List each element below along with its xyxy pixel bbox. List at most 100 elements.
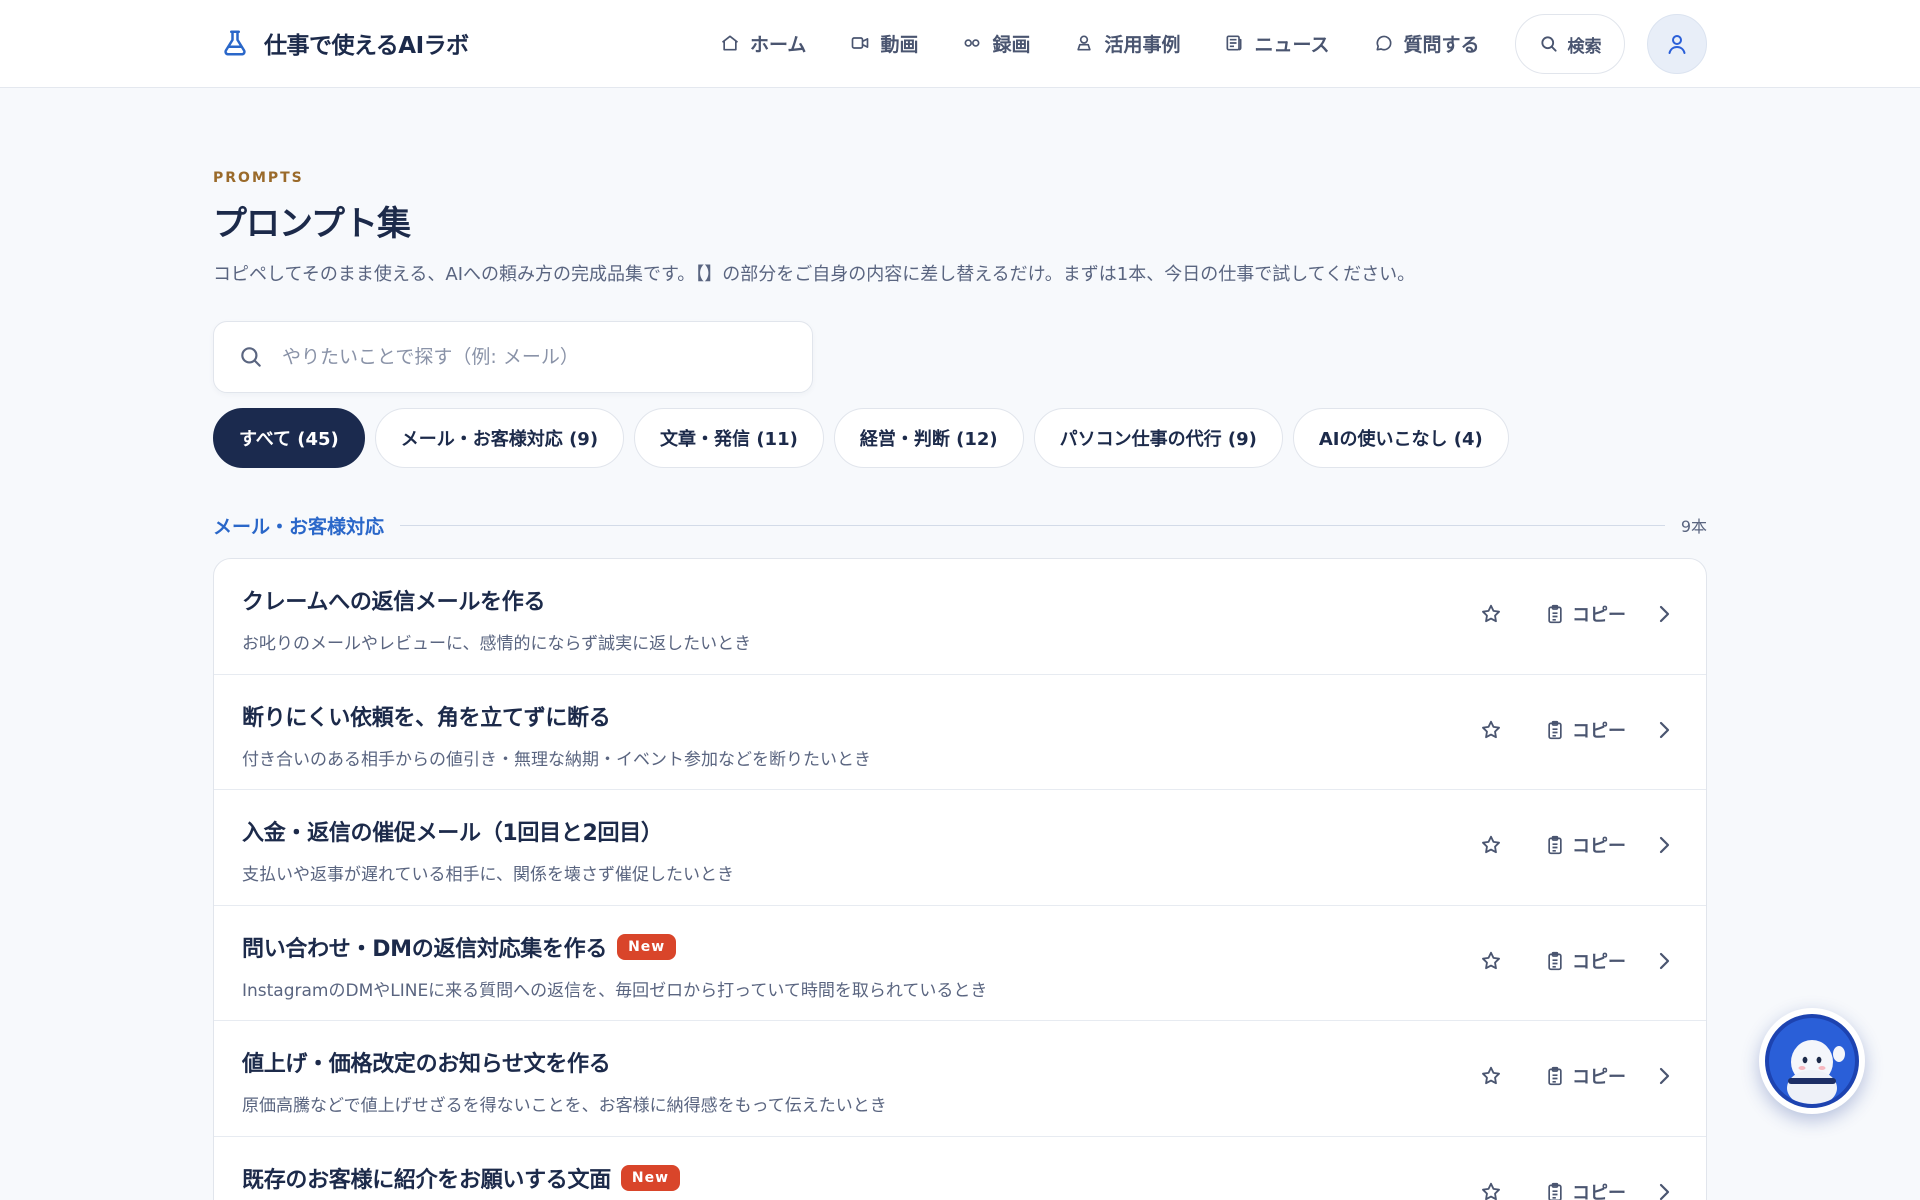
- filter-chip-email[interactable]: メール・お客様対応 (9): [374, 408, 625, 468]
- prompt-row[interactable]: 入金・返信の催促メール（1回目と2回目） 支払いや返事が遅れている相手に、関係を…: [214, 790, 1706, 906]
- section-header: メール・お客様対応 9本: [213, 510, 1707, 540]
- prompt-title: 問い合わせ・DMの返信対応集を作る: [242, 936, 608, 962]
- page-title: プロンプト集: [213, 204, 411, 244]
- header-search-button[interactable]: 検索: [1515, 14, 1625, 74]
- nav-ask-label: 質問する: [1403, 33, 1480, 56]
- category-filters: すべて (45) メール・お客様対応 (9) 文章・発信 (11) 経営・判断 …: [213, 408, 1509, 468]
- prompt-title-wrap: クレームへの返信メールを作る: [242, 584, 545, 616]
- new-badge: New: [620, 1164, 681, 1191]
- prompt-row[interactable]: 既存のお客様に紹介をお願いする文面 New コピー: [214, 1137, 1706, 1200]
- award-icon: [1077, 35, 1092, 51]
- filter-chip-ai-mastery[interactable]: AIの使いこなし (4): [1292, 408, 1509, 468]
- chevron-right-icon[interactable]: [1654, 833, 1674, 857]
- clipboard-icon: [1548, 604, 1562, 624]
- nav-home[interactable]: ホーム: [720, 30, 806, 57]
- nav-news-label: ニュース: [1254, 33, 1330, 56]
- page-description: コピペしてそのまま使える、AIへの頼み方の完成品集です。【】の部分をご自身の内容…: [213, 264, 1416, 285]
- copy-button[interactable]: コピー: [1546, 948, 1626, 974]
- copy-label: コピー: [1572, 1067, 1626, 1088]
- user-account-button[interactable]: [1647, 14, 1707, 74]
- prompt-actions: コピー: [1476, 715, 1674, 745]
- mascot-avatar: [1765, 1014, 1859, 1108]
- mascot-assistant-button[interactable]: [1759, 1008, 1865, 1114]
- flask-icon: [224, 30, 246, 56]
- prompt-actions: コピー: [1476, 599, 1674, 629]
- prompt-title-wrap: 問い合わせ・DMの返信対応集を作る New: [242, 931, 677, 963]
- new-badge: New: [617, 933, 677, 960]
- filter-chip-pc-tasks[interactable]: パソコン仕事の代行 (9): [1033, 408, 1283, 468]
- prompt-search-input[interactable]: [282, 346, 762, 368]
- nav-home-label: ホーム: [750, 33, 807, 56]
- favorite-star-icon[interactable]: [1476, 830, 1506, 860]
- prompt-title: クレームへの返信メールを作る: [242, 590, 546, 615]
- favorite-star-icon[interactable]: [1476, 715, 1506, 745]
- newspaper-icon: [1226, 35, 1242, 51]
- prompt-title-wrap: 断りにくい依頼を、角を立てずに断る: [242, 700, 611, 732]
- copy-button[interactable]: コピー: [1546, 1179, 1626, 1200]
- prompt-title: 入金・返信の催促メール（1回目と2回目）: [242, 821, 663, 846]
- brand-title: 仕事で使えるAIラボ: [264, 33, 469, 59]
- home-icon: [721, 35, 739, 51]
- copy-button[interactable]: コピー: [1546, 1063, 1626, 1089]
- clipboard-icon: [1548, 835, 1562, 855]
- copy-label: コピー: [1572, 605, 1626, 626]
- copy-button[interactable]: コピー: [1546, 717, 1626, 743]
- nav-recordings-label: 録画: [992, 33, 1031, 56]
- nav-use-cases-label: 活用事例: [1104, 33, 1181, 56]
- brand-logo[interactable]: 仕事で使えるAIラボ: [220, 26, 469, 60]
- clipboard-icon: [1548, 1182, 1562, 1200]
- prompt-title-wrap: 値上げ・価格改定のお知らせ文を作る: [242, 1046, 611, 1078]
- prompt-actions: コピー: [1476, 830, 1674, 860]
- chevron-right-icon[interactable]: [1654, 1180, 1674, 1200]
- prompt-actions: コピー: [1476, 946, 1674, 976]
- chat-icon: [1376, 35, 1392, 51]
- copy-button[interactable]: コピー: [1546, 601, 1626, 627]
- chevron-right-icon[interactable]: [1654, 718, 1674, 742]
- nav-videos[interactable]: 動画: [850, 30, 918, 57]
- clipboard-icon: [1548, 1066, 1562, 1086]
- section-divider: [400, 524, 1665, 526]
- nav-news[interactable]: ニュース: [1224, 30, 1330, 57]
- nav-recordings[interactable]: 録画: [962, 30, 1030, 57]
- copy-label: コピー: [1572, 836, 1626, 857]
- prompt-title-wrap: 入金・返信の催促メール（1回目と2回目）: [242, 815, 663, 847]
- top-header: 仕事で使えるAIラボ ホーム 動画 録画 活用事例 ニュース 質問する 検索: [0, 0, 1920, 88]
- section-title: メール・お客様対応: [213, 515, 385, 538]
- chevron-right-icon[interactable]: [1654, 1064, 1674, 1088]
- chevron-right-icon[interactable]: [1654, 602, 1674, 626]
- favorite-star-icon[interactable]: [1476, 1177, 1506, 1200]
- chevron-right-icon[interactable]: [1654, 949, 1674, 973]
- clipboard-icon: [1548, 951, 1562, 970]
- prompt-row[interactable]: 値上げ・価格改定のお知らせ文を作る 原価高騰などで値上げせざるを得ないことを、お…: [214, 1021, 1706, 1137]
- filter-chip-writing[interactable]: 文章・発信 (11): [634, 408, 824, 468]
- favorite-star-icon[interactable]: [1476, 946, 1506, 976]
- header-search-label: 検索: [1567, 36, 1602, 57]
- favorite-star-icon[interactable]: [1476, 1061, 1506, 1091]
- favorite-star-icon[interactable]: [1476, 599, 1506, 629]
- nav-use-cases[interactable]: 活用事例: [1074, 30, 1180, 57]
- filter-chip-management[interactable]: 経営・判断 (12): [833, 408, 1024, 468]
- copy-label: コピー: [1572, 951, 1626, 973]
- prompt-actions: コピー: [1476, 1177, 1674, 1200]
- clipboard-icon: [1548, 720, 1562, 739]
- user-icon: [1668, 35, 1686, 54]
- prompt-title: 既存のお客様に紹介をお願いする文面: [242, 1167, 611, 1193]
- prompt-subtitle: 支払いや返事が遅れている相手に、関係を壊さず催促したいとき: [242, 865, 734, 885]
- prompt-subtitle: InstagramのDMやLINEに来る質問への返信を、毎回ゼロから打っていて時…: [242, 980, 988, 1001]
- prompt-subtitle: 付き合いのある相手からの値引き・無理な納期・イベント参加などを断りたいとき: [242, 749, 871, 770]
- prompt-title-wrap: 既存のお客様に紹介をお願いする文面 New: [242, 1162, 681, 1194]
- search-icon: [1540, 36, 1557, 52]
- infinity-icon: [964, 39, 980, 47]
- prompt-title: 断りにくい依頼を、角を立てずに断る: [242, 705, 611, 731]
- section-count: 9本: [1680, 517, 1707, 536]
- prompt-row[interactable]: クレームへの返信メールを作る お叱りのメールやレビューに、感情的にならず誠実に返…: [214, 559, 1706, 675]
- prompt-row[interactable]: 問い合わせ・DMの返信対応集を作る New InstagramのDMやLINEに…: [214, 906, 1706, 1021]
- video-icon: [852, 37, 869, 49]
- search-icon: [241, 347, 261, 367]
- prompt-row[interactable]: 断りにくい依頼を、角を立てずに断る 付き合いのある相手からの値引き・無理な納期・…: [214, 675, 1706, 790]
- copy-button[interactable]: コピー: [1546, 832, 1626, 858]
- filter-chip-all[interactable]: すべて (45): [213, 408, 365, 468]
- nav-ask[interactable]: 質問する: [1374, 30, 1480, 57]
- prompt-list: クレームへの返信メールを作る お叱りのメールやレビューに、感情的にならず誠実に返…: [213, 558, 1707, 1200]
- copy-label: コピー: [1572, 720, 1626, 742]
